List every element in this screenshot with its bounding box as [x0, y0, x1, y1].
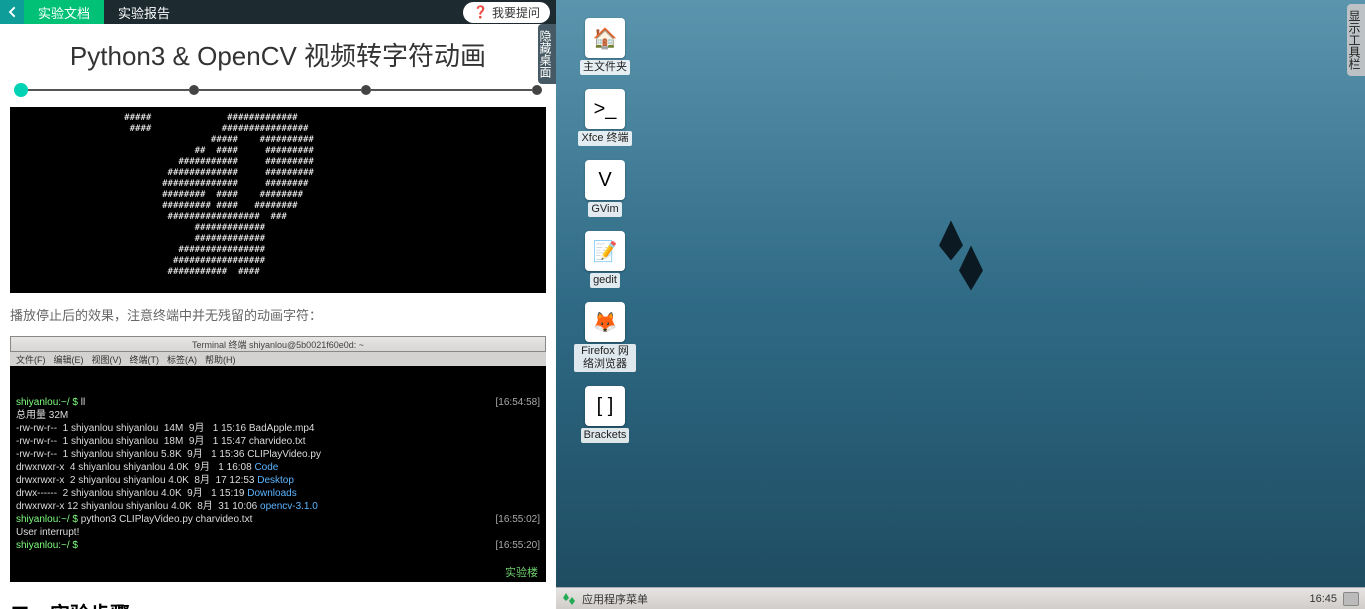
start-menu-icon[interactable] — [562, 592, 576, 606]
gvim-icon: V — [585, 160, 625, 200]
terminal-menu-item: 帮助(H) — [205, 353, 236, 366]
desktop-icon-firefox[interactable]: 🦊Firefox 网络浏览器 — [574, 302, 636, 372]
document-title: Python3 & OpenCV 视频转字符动画 — [10, 36, 546, 73]
show-toolbar-tab[interactable]: 显示工具栏 — [1347, 4, 1365, 76]
ask-question-button[interactable]: ❓ 我要提问 — [463, 2, 550, 23]
desktop-icon-label: Xfce 终端 — [578, 131, 631, 146]
topbar: 实验文档 实验报告 ❓ 我要提问 — [0, 0, 556, 24]
desktop-icon-terminal[interactable]: >_ Xfce 终端 — [574, 89, 636, 146]
desktop-icon-label: Brackets — [581, 428, 630, 443]
desktop-icon-home[interactable]: 🏠 主文件夹 — [574, 18, 636, 75]
terminal-body: shiyanlou:~/ $ ll[16:54:58]总用量 32M-rw-rw… — [10, 366, 546, 582]
tray-icon[interactable] — [1343, 592, 1359, 606]
desktop-icon-brackets[interactable]: [ ] Brackets — [574, 386, 636, 443]
terminal-line: drwx------ 2 shiyanlou shiyanlou 4.0K 9月… — [16, 487, 540, 500]
terminal-menubar: 文件(F) 编辑(E) 视图(V) 终端(T) 标签(A) 帮助(H) — [10, 352, 546, 366]
section-heading-steps: 二、实验步骤 — [10, 598, 546, 609]
terminal-line: shiyanlou:~/ $ [16:55:20] — [16, 539, 540, 552]
desktop-icon-column: 🏠 主文件夹 >_ Xfce 终端 V GVim 📝 gedit 🦊Firefox 网络浏览器 [… — [574, 18, 636, 443]
taskbar-clock: 16:45 — [1309, 593, 1337, 605]
terminal-menu-item: 文件(F) — [16, 353, 46, 366]
terminal-line: -rw-rw-r-- 1 shiyanlou shiyanlou 18M 9月 … — [16, 435, 540, 448]
firefox-icon: 🦊 — [585, 302, 625, 342]
desktop-icon-gvim[interactable]: V GVim — [574, 160, 636, 217]
terminal-line: drwxrwxr-x 4 shiyanlou shiyanlou 4.0K 9月… — [16, 461, 540, 474]
terminal-menu-item: 视图(V) — [92, 353, 122, 366]
terminal-line: 总用量 32M — [16, 409, 540, 422]
terminal-screenshot: Terminal 终端 shiyanlou@5b0021f60e0d: ~ 文件… — [10, 336, 546, 582]
desktop-icon-label: GVim — [588, 202, 621, 217]
terminal-line: drwxrwxr-x 2 shiyanlou shiyanlou 4.0K 8月… — [16, 474, 540, 487]
progress-step-2[interactable] — [189, 85, 199, 95]
terminal-line: -rw-rw-r-- 1 shiyanlou shiyanlou 5.8K 9月… — [16, 448, 540, 461]
caption-text: 播放停止后的效果，注意终端中并无残留的动画字符： — [10, 305, 546, 324]
terminal-line: -rw-rw-r-- 1 shiyanlou shiyanlou 14M 9月 … — [16, 422, 540, 435]
taskbar: 应用程序菜单 16:45 — [556, 587, 1365, 609]
progress-bar — [14, 83, 542, 97]
watermark: 实验楼 — [505, 567, 538, 580]
desktop-icon-label: Firefox 网络浏览器 — [574, 344, 636, 372]
progress-step-1[interactable] — [14, 83, 28, 97]
terminal-titlebar: Terminal 终端 shiyanlou@5b0021f60e0d: ~ — [10, 336, 546, 352]
tab-experiment-doc[interactable]: 实验文档 — [24, 0, 104, 24]
back-button[interactable] — [0, 0, 24, 24]
tab-experiment-report[interactable]: 实验报告 — [104, 0, 184, 24]
terminal-line: drwxrwxr-x 12 shiyanlou shiyanlou 4.0K 8… — [16, 500, 540, 513]
hide-desktop-tab[interactable]: 隐藏桌面 — [538, 24, 556, 84]
progress-step-4[interactable] — [532, 85, 542, 95]
terminal-line: User interrupt! — [16, 526, 540, 539]
applications-menu[interactable]: 应用程序菜单 — [582, 591, 648, 607]
terminal-menu-item: 终端(T) — [130, 353, 160, 366]
terminal-line: shiyanlou:~/ $ ll[16:54:58] — [16, 396, 540, 409]
progress-step-3[interactable] — [361, 85, 371, 95]
desktop-icon-label: 主文件夹 — [580, 60, 630, 75]
wallpaper-logo — [921, 211, 1001, 306]
desktop-icon-label: gedit — [590, 273, 620, 288]
question-icon: ❓ — [473, 5, 488, 19]
terminal-menu-item: 标签(A) — [167, 353, 197, 366]
desktop-area[interactable]: 🏠 主文件夹 >_ Xfce 终端 V GVim 📝 gedit 🦊Firefox 网络浏览器 [… — [556, 0, 1365, 587]
document-content[interactable]: Python3 & OpenCV 视频转字符动画 ##### #########… — [0, 24, 556, 609]
desktop-pane: 🏠 主文件夹 >_ Xfce 终端 V GVim 📝 gedit 🦊Firefox 网络浏览器 [… — [556, 0, 1365, 609]
terminal-line: shiyanlou:~/ $ python3 CLIPlayVideo.py c… — [16, 513, 540, 526]
terminal-title: Terminal 终端 shiyanlou@5b0021f60e0d: ~ — [15, 338, 541, 351]
brackets-icon: [ ] — [585, 386, 625, 426]
left-document-pane: 实验文档 实验报告 ❓ 我要提问 隐藏桌面 Python3 & OpenCV 视… — [0, 0, 556, 609]
terminal-menu-item: 编辑(E) — [54, 353, 84, 366]
chevron-left-icon — [4, 4, 20, 20]
desktop-icon-gedit[interactable]: 📝 gedit — [574, 231, 636, 288]
char-animation-screenshot: ##### ############# #### ###############… — [10, 107, 546, 293]
terminal-icon: >_ — [585, 89, 625, 129]
home-icon: 🏠 — [585, 18, 625, 58]
gedit-icon: 📝 — [585, 231, 625, 271]
